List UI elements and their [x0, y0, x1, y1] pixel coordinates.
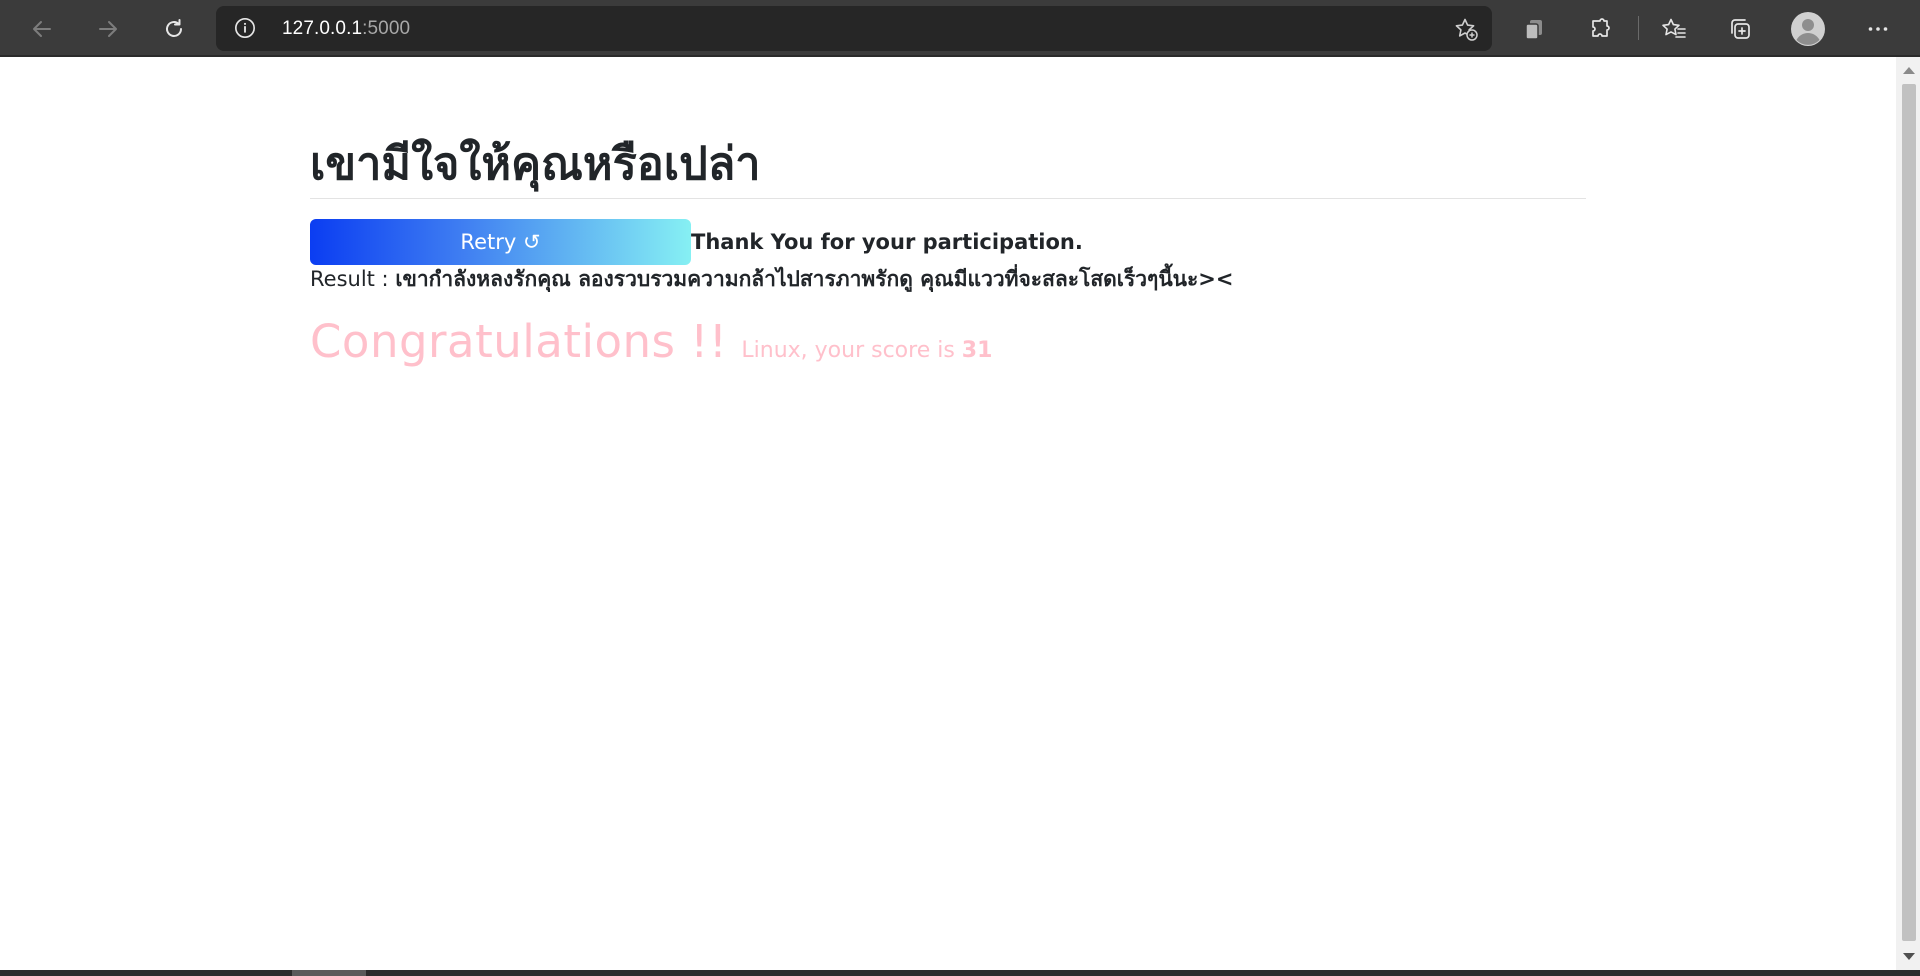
result-value: เขากำลังหลงรักคุณ ลองรวบรวมความกล้าไปสาร… — [395, 267, 1234, 291]
refresh-icon — [166, 19, 182, 37]
scroll-up-arrow[interactable] — [1903, 67, 1915, 74]
retry-button[interactable]: Retry ↺ — [310, 219, 691, 265]
arrow-right-icon — [99, 21, 117, 37]
title-divider — [310, 198, 1586, 199]
score-prefix: Linux, your score is — [741, 338, 962, 363]
page-viewport: เขามีใจให้คุณหรือเปล่า Retry ↺ Thank You… — [0, 57, 1920, 970]
thanks-message: Thank You for your participation. — [691, 230, 1083, 254]
favorites-button[interactable] — [1654, 9, 1694, 49]
more-icon — [1868, 27, 1888, 31]
score-line: Linux, your score is 31 — [741, 338, 992, 363]
scroll-down-arrow[interactable] — [1903, 953, 1915, 960]
avatar-icon — [1791, 12, 1825, 46]
collections-button[interactable] — [1720, 9, 1760, 49]
forward-button[interactable] — [88, 9, 128, 49]
result-line: Result : เขากำลังหลงรักคุณ ลองรวบรวมความ… — [310, 263, 1234, 296]
back-button[interactable] — [22, 9, 62, 49]
copy-button[interactable] — [1514, 9, 1554, 49]
puzzle-icon — [1592, 18, 1610, 37]
browser-toolbar: 127.0.0.1:5000 — [0, 0, 1920, 57]
url-host: 127.0.0.1 — [282, 18, 363, 39]
score-value: 31 — [961, 338, 993, 363]
refresh-button[interactable] — [154, 9, 194, 49]
horizontal-scrollbar[interactable] — [0, 970, 1920, 976]
scroll-thumb[interactable] — [1902, 84, 1916, 941]
congrats-row: Congratulations !! Linux, your score is … — [310, 315, 992, 368]
more-menu-button[interactable] — [1858, 9, 1898, 49]
retry-row: Retry ↺ Thank You for your participation… — [310, 219, 1083, 265]
collections-icon — [1731, 19, 1750, 39]
url-text[interactable]: 127.0.0.1:5000 — [282, 18, 410, 40]
horizontal-scroll-thumb[interactable] — [292, 970, 366, 976]
favorites-icon — [1662, 18, 1686, 38]
toolbar-divider — [1638, 16, 1639, 40]
vertical-scrollbar[interactable] — [1896, 57, 1920, 970]
copy-icon — [1525, 20, 1542, 40]
page-title: เขามีใจให้คุณหรือเปล่า — [310, 137, 761, 190]
extensions-button[interactable] — [1580, 9, 1620, 49]
result-label: Result : — [310, 267, 396, 291]
address-bar[interactable]: 127.0.0.1:5000 — [216, 6, 1492, 51]
congrats-heading: Congratulations !! — [310, 315, 728, 368]
info-icon[interactable] — [234, 17, 256, 39]
url-port: :5000 — [362, 18, 411, 39]
profile-button[interactable] — [1788, 9, 1828, 49]
arrow-left-icon — [33, 21, 51, 37]
star-plus-icon[interactable] — [1454, 17, 1478, 41]
